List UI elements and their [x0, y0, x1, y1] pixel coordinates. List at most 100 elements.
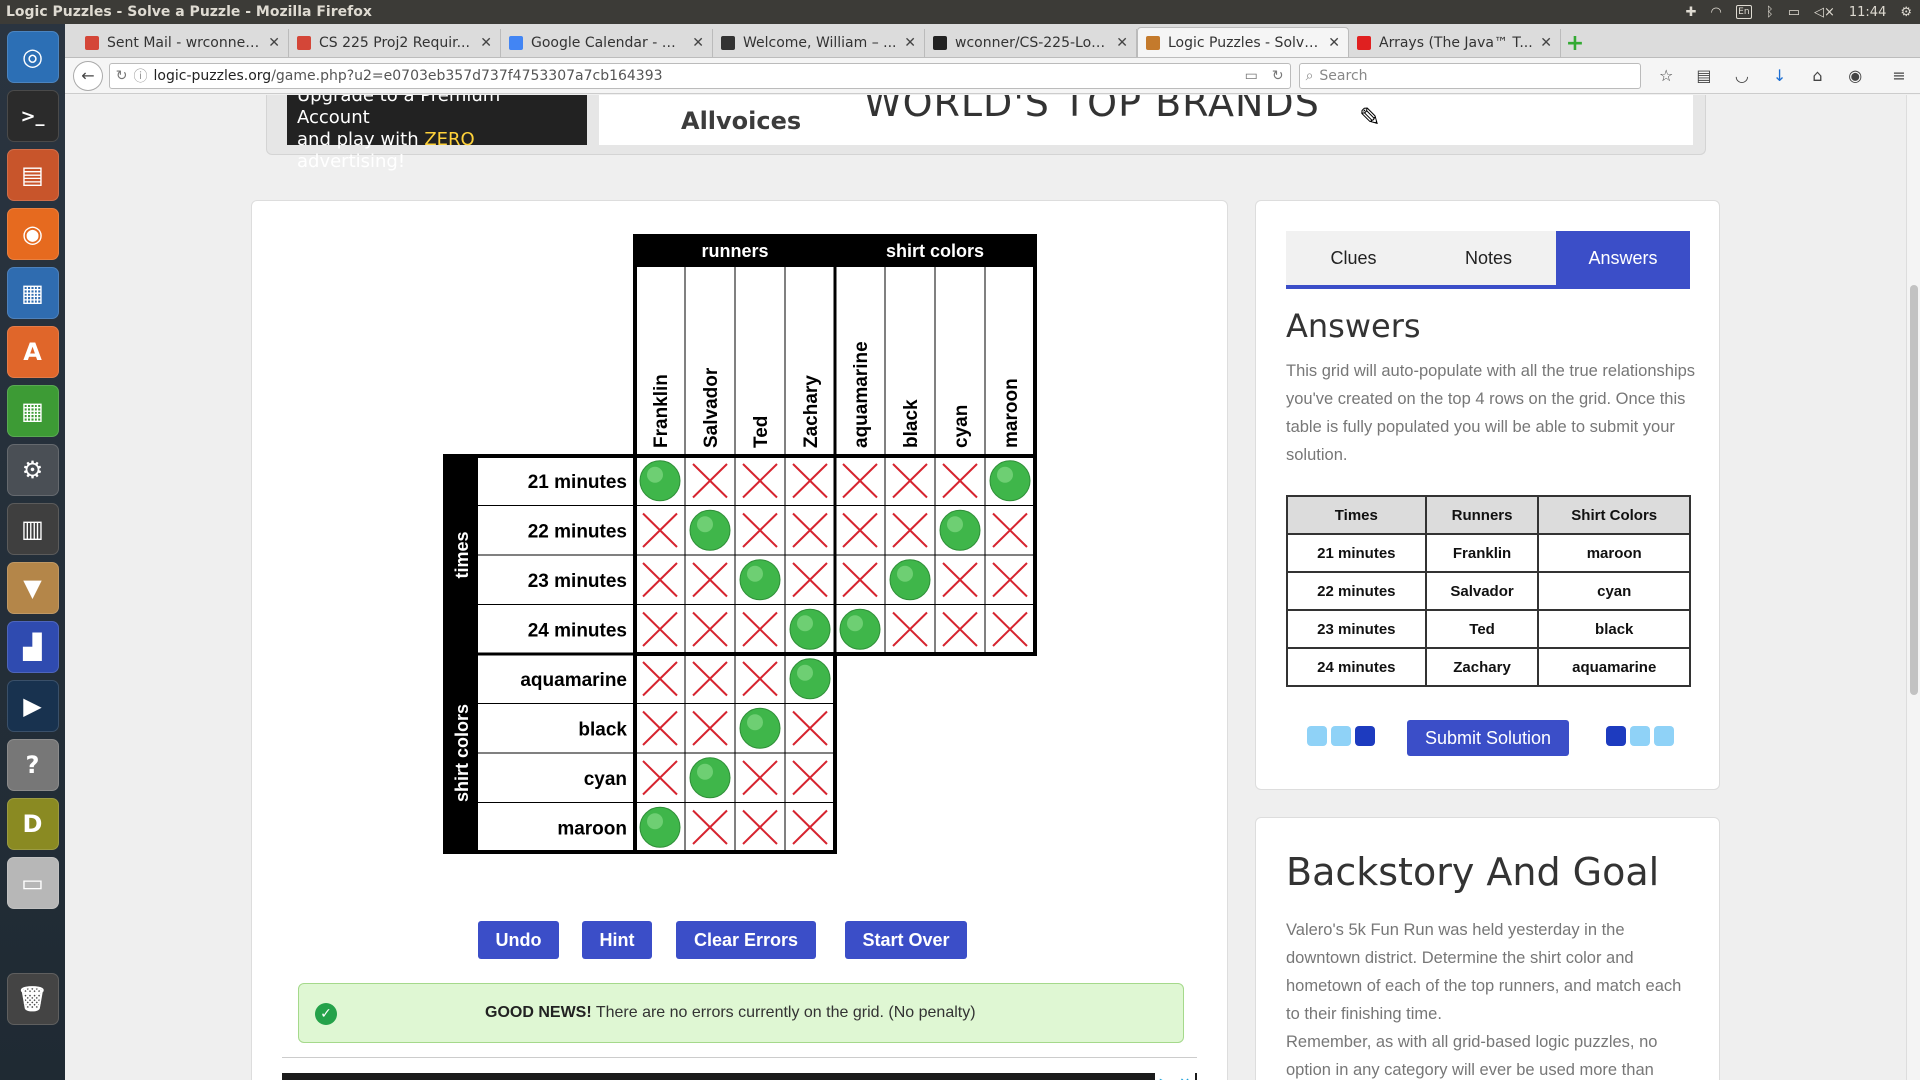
system-tray: ✚ ◠ En ᛒ ▭ ◁× 11:44 ⚙ — [1686, 0, 1912, 24]
scrollbar-thumb[interactable] — [1910, 285, 1918, 695]
bluetooth-icon[interactable]: ᛒ — [1766, 5, 1774, 20]
url-host: logic-puzzles.org — [153, 67, 272, 84]
divider — [282, 1057, 1197, 1058]
marker-highlight — [747, 565, 763, 582]
cell-time: 21 minutes — [1286, 533, 1427, 573]
archive-manager-icon[interactable]: ▼ — [6, 562, 59, 614]
backstory-paragraph-1: Valero's 5k Fun Run was held yesterday i… — [1286, 921, 1682, 1023]
new-tab-icon[interactable]: + — [1561, 29, 1589, 57]
close-tab-icon[interactable]: ✕ — [268, 35, 280, 51]
close-tab-icon[interactable]: ✕ — [904, 35, 916, 51]
row-label: black — [578, 719, 627, 740]
answers-header-row: Times Runners Shirt Colors — [1286, 495, 1691, 535]
row-group-label: times — [452, 531, 472, 578]
tab-title: CS 225 Proj2 Requir... — [319, 35, 470, 51]
row-label: 21 minutes — [528, 472, 627, 493]
column-label: maroon — [1001, 378, 1022, 448]
column-label: Ted — [751, 416, 772, 448]
keyboard-layout-indicator[interactable]: En — [1735, 5, 1752, 19]
brand-ad-banner[interactable]: Allvoices WORLD'S TOP BRANDS ✎ — [599, 95, 1693, 145]
loading-dots-left — [1307, 726, 1375, 746]
chat-icon[interactable]: ◉ — [1842, 63, 1868, 89]
close-tab-icon[interactable]: ✕ — [480, 35, 492, 51]
wifi-icon[interactable]: ◠ — [1711, 5, 1722, 20]
browser-tab[interactable]: Sent Mail - wrconner... ✕ — [77, 29, 289, 57]
hint-button[interactable]: Hint — [582, 921, 652, 959]
browser-tab[interactable]: wconner/CS-225-Log... ✕ — [925, 29, 1137, 57]
browser-tab[interactable]: Google Calendar - M... ✕ — [501, 29, 713, 57]
page-scrollbar[interactable] — [1906, 95, 1920, 1080]
files-icon[interactable]: ▤ — [6, 149, 59, 201]
url-bar[interactable]: ↻ ⓘ logic-puzzles.org /game.php?u2=e0703… — [108, 62, 1291, 89]
row-label: 24 minutes — [528, 620, 627, 641]
tab-favicon-icon — [297, 36, 311, 50]
menu-icon[interactable]: ≡ — [1886, 63, 1912, 89]
status-message: ✓ GOOD NEWS! There are no errors current… — [298, 983, 1184, 1043]
reload-icon[interactable]: ↻ — [116, 68, 128, 84]
pocket-icon[interactable]: ◡ — [1729, 63, 1755, 89]
top-ad-area: Upgrade to a Premium Account and play wi… — [266, 95, 1706, 172]
cell-runner: Ted — [1424, 609, 1540, 649]
cell-color: black — [1537, 609, 1691, 649]
info-icon[interactable]: ⓘ — [134, 66, 148, 86]
refresh-icon[interactable]: ↻ — [1272, 68, 1284, 84]
help-icon[interactable]: ? — [6, 739, 59, 791]
tab-clues[interactable]: Clues — [1286, 231, 1421, 285]
window-title: Logic Puzzles - Solve a Puzzle - Mozilla… — [6, 4, 372, 20]
browser-tab[interactable]: Arrays (The Java™ T... ✕ — [1349, 29, 1561, 57]
submit-solution-button[interactable]: Submit Solution — [1407, 720, 1569, 756]
power-gear-icon[interactable]: ⚙ — [1900, 5, 1912, 20]
reader-view-icon[interactable]: ▭ — [1245, 68, 1258, 84]
software-center-icon[interactable]: A — [6, 326, 59, 378]
premium-upgrade-ad[interactable]: Upgrade to a Premium Account and play wi… — [287, 95, 587, 172]
trash-icon[interactable]: 🗑 — [6, 973, 59, 1025]
column-label: Zachary — [801, 375, 822, 448]
tab-favicon-icon — [509, 36, 523, 50]
tab-notes[interactable]: Notes — [1421, 231, 1556, 285]
start-over-button[interactable]: Start Over — [845, 921, 967, 959]
close-tab-icon[interactable]: ✕ — [1116, 35, 1128, 51]
calc-spreadsheet-icon[interactable]: ▦ — [6, 385, 59, 437]
reading-list-icon[interactable]: ▤ — [1691, 63, 1717, 89]
panel-tabs: Clues Notes Answers — [1286, 231, 1690, 289]
logisim-icon[interactable]: D — [6, 798, 59, 850]
back-button[interactable]: ← — [73, 60, 103, 91]
ubuntu-dash-icon[interactable]: ◎ — [6, 31, 59, 83]
row-label: 22 minutes — [528, 521, 627, 542]
battery-icon[interactable]: ▭ — [1788, 5, 1800, 20]
tab-answers[interactable]: Answers — [1556, 231, 1690, 285]
close-tab-icon[interactable]: ✕ — [1328, 35, 1340, 51]
volume-icon[interactable]: ◁× — [1814, 5, 1835, 20]
calculator-icon[interactable]: ▥ — [6, 503, 59, 555]
search-icon: ⌕ — [1305, 67, 1314, 84]
bottom-ad[interactable]: ▷✕ — [282, 1073, 1197, 1080]
firefox-window: Sent Mail - wrconner... ✕ CS 225 Proj2 Req… — [65, 24, 1920, 1080]
marker-highlight — [647, 466, 663, 483]
workspace-switcher-icon[interactable]: ▟ — [6, 621, 59, 673]
download-icon[interactable]: ↓ — [1767, 63, 1793, 89]
logic-gate-app-icon[interactable]: ▶ — [6, 680, 59, 732]
dropbox-icon[interactable]: ✚ — [1686, 5, 1697, 20]
system-settings-icon[interactable]: ⚙ — [6, 444, 59, 496]
tab-bar: Sent Mail - wrconner... ✕ CS 225 Proj2 Req… — [65, 24, 1920, 58]
drive-icon[interactable]: ▭ — [6, 857, 59, 909]
terminal-icon[interactable]: >_ — [6, 90, 59, 142]
writer-icon[interactable]: ▦ — [6, 267, 59, 319]
browser-tab[interactable]: Logic Puzzles - Solve... ✕ — [1137, 27, 1349, 57]
browser-tab[interactable]: Welcome, William – ... ✕ — [713, 29, 925, 57]
status-bold: GOOD NEWS! — [485, 1004, 592, 1021]
clear-errors-button[interactable]: Clear Errors — [676, 921, 816, 959]
close-tab-icon[interactable]: ✕ — [1540, 35, 1552, 51]
home-icon[interactable]: ⌂ — [1805, 63, 1831, 89]
search-bar[interactable]: ⌕ Search — [1298, 62, 1642, 89]
firefox-icon[interactable]: ◉ — [6, 208, 59, 260]
bookmark-star-icon[interactable]: ☆ — [1653, 63, 1679, 89]
clock[interactable]: 11:44 — [1849, 5, 1886, 20]
answers-description: This grid will auto-populate with all th… — [1286, 362, 1696, 464]
header-shirt-colors: Shirt Colors — [1537, 495, 1691, 535]
row-label: maroon — [557, 818, 627, 839]
ad-choices-icon[interactable]: ▷✕ — [1155, 1073, 1195, 1080]
browser-tab[interactable]: CS 225 Proj2 Requir... ✕ — [289, 29, 501, 57]
undo-button[interactable]: Undo — [478, 921, 559, 959]
close-tab-icon[interactable]: ✕ — [692, 35, 704, 51]
